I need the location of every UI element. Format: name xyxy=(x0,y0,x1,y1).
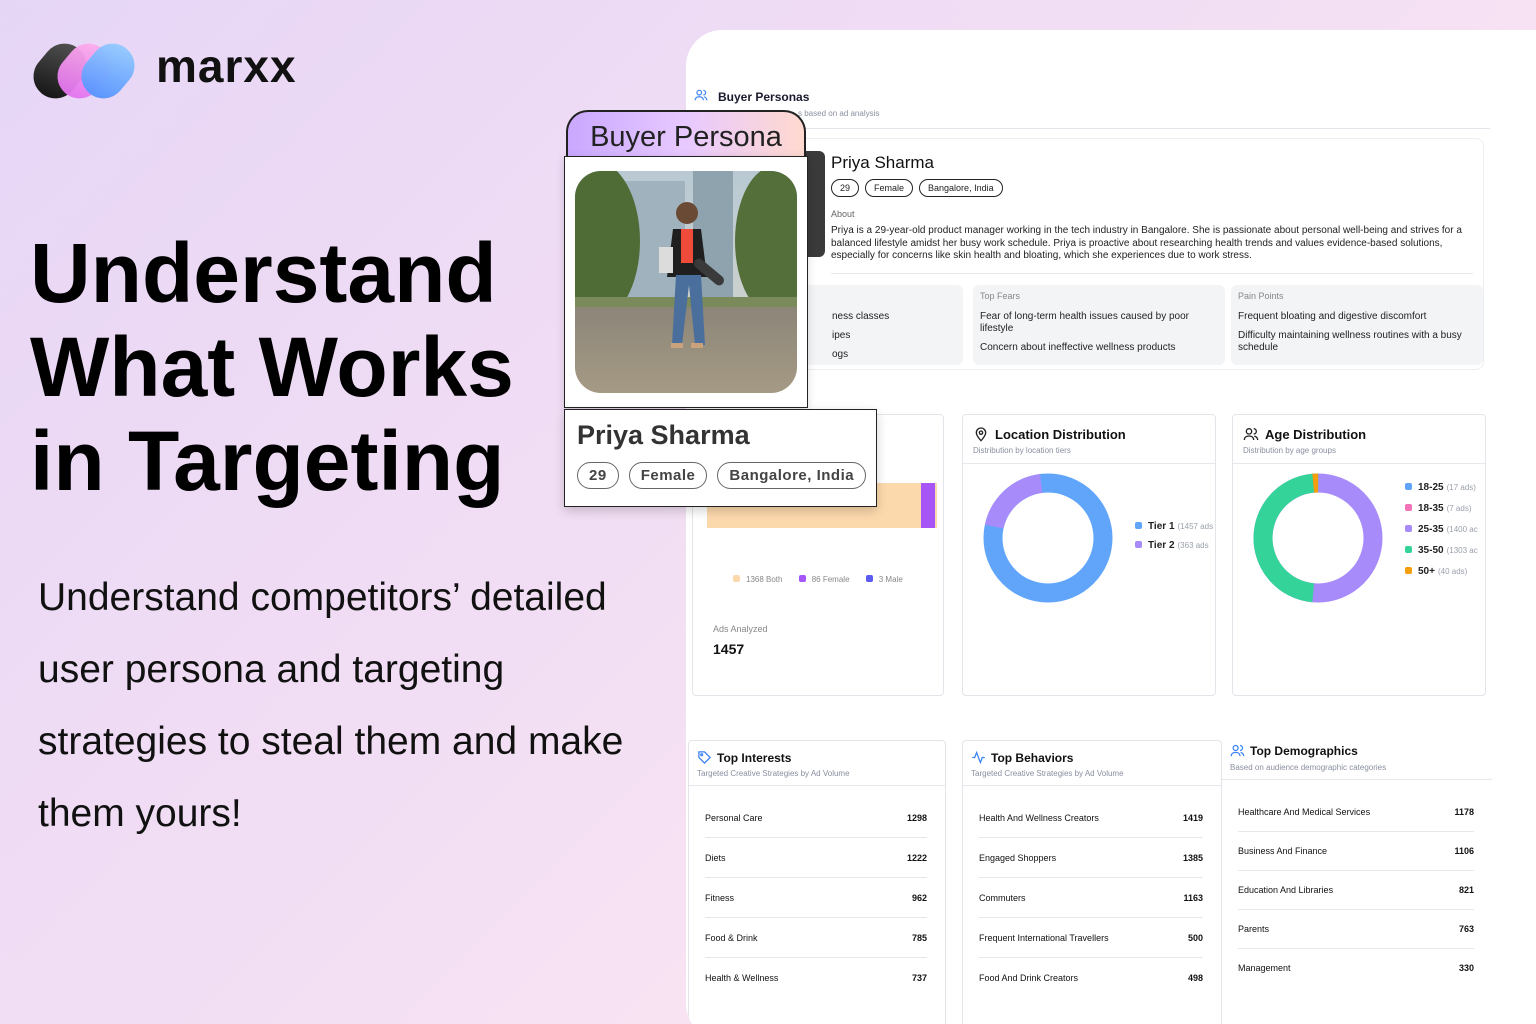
pain-item: Frequent bloating and digestive discomfo… xyxy=(1238,311,1427,322)
gender-tag: Female xyxy=(628,462,708,489)
headline-line: What Works xyxy=(30,320,514,414)
age-donut-chart xyxy=(1253,473,1383,603)
list-item[interactable]: Health & Wellness 737 xyxy=(705,958,927,998)
location-donut-chart xyxy=(983,473,1113,603)
subcopy: Understand competitors’ detailed user pe… xyxy=(38,562,658,850)
location-tag: Bangalore, India xyxy=(717,462,867,489)
age-tag: 29 xyxy=(577,462,619,489)
list-item[interactable]: Personal Care 1298 xyxy=(705,798,927,838)
gender-bar-female xyxy=(921,483,935,528)
fear-item: Concern about ineffective wellness produ… xyxy=(980,342,1176,353)
persona-photo-edge xyxy=(805,151,825,257)
legend-18-25: 18-25 (17 ads) xyxy=(1405,482,1476,493)
activity-icon xyxy=(971,749,986,767)
ads-analyzed-label: Ads Analyzed xyxy=(713,624,768,634)
legend-18-35: 18-35 (7 ads) xyxy=(1405,503,1471,514)
pain-points-card: Pain Points Frequent bloating and digest… xyxy=(1231,285,1483,365)
list-item[interactable]: Business And Finance 1106 xyxy=(1238,831,1474,871)
list-item[interactable]: Health And Wellness Creators 1419 xyxy=(979,798,1203,838)
buyer-persona-tab[interactable]: Buyer Persona xyxy=(566,110,806,162)
list-item[interactable]: Education And Libraries 821 xyxy=(1238,870,1474,910)
legend-50-plus: 50+ (40 ads) xyxy=(1405,566,1467,577)
headline-line: Understand xyxy=(30,226,497,320)
location-tag: Bangalore, India xyxy=(919,179,1003,197)
demographics-title: Top Demographics xyxy=(1250,744,1358,758)
gender-tag: Female xyxy=(865,179,914,197)
age-title: Age Distribution xyxy=(1265,427,1367,442)
interests-subtitle: Targeted Creative Strategies by Ad Volum… xyxy=(697,769,850,778)
age-subtitle: Distribution by age groups xyxy=(1243,446,1336,455)
list-item[interactable]: Frequent International Travellers 500 xyxy=(979,918,1203,958)
persona-info-card: Priya Sharma 29 Female Bangalore, India xyxy=(564,409,877,507)
headline: Understand What Works in Targeting xyxy=(30,226,570,508)
about-label: About xyxy=(831,209,855,219)
legend-tier2: Tier 2 (363 ads xyxy=(1135,540,1209,551)
persona-card: Priya Sharma 29 Female Bangalore, India … xyxy=(696,138,1484,370)
pain-points-label: Pain Points xyxy=(1238,291,1284,301)
legend-35-50: 35-50 (1303 ac xyxy=(1405,545,1478,556)
about-text: Priya is a 29-year-old product manager w… xyxy=(831,225,1462,261)
list-item[interactable]: Diets 1222 xyxy=(705,838,927,878)
users-icon xyxy=(694,86,708,104)
persona-name: Priya Sharma xyxy=(577,420,750,450)
location-title: Location Distribution xyxy=(995,427,1126,442)
age-card: Age Distribution Distribution by age gro… xyxy=(1232,414,1486,696)
gender-legend: 1368 Both 86 Female 3 Male xyxy=(733,575,903,584)
list-item[interactable]: Fitness 962 xyxy=(705,878,927,918)
persona-name: Priya Sharma xyxy=(831,153,934,172)
top-fears-label: Top Fears xyxy=(980,291,1021,301)
users-icon xyxy=(1243,425,1259,443)
demographics-subtitle: Based on audience demographic categories xyxy=(1230,763,1387,772)
top-demographics-card: Top Demographics Based on audience demog… xyxy=(1222,734,1492,1024)
location-card: Location Distribution Distribution by lo… xyxy=(962,414,1216,696)
tag-icon xyxy=(697,749,712,767)
ads-analyzed-value: 1457 xyxy=(713,641,745,657)
list-item[interactable]: Healthcare And Medical Services 1178 xyxy=(1238,792,1474,832)
logo-mark-icon xyxy=(24,34,144,108)
location-pin-icon xyxy=(973,425,989,443)
users-icon xyxy=(1230,742,1245,760)
list-item[interactable]: Food & Drink 785 xyxy=(705,918,927,958)
list-item[interactable]: Parents 763 xyxy=(1238,909,1474,949)
age-tag: 29 xyxy=(831,179,860,197)
buyer-personas-subtitle: s based on ad analysis xyxy=(798,109,880,118)
legend-tier1: Tier 1 (1457 ads xyxy=(1135,521,1213,532)
subcopy-line: Understand competitors’ detailed xyxy=(38,576,607,619)
interests-title: Top Interests xyxy=(717,751,792,765)
fear-item: Fear of long-term health issues caused b… xyxy=(980,311,1189,334)
persona-photo xyxy=(575,171,797,393)
list-item[interactable]: Engaged Shoppers 1385 xyxy=(979,838,1203,878)
dashboard-panel: Buyer Personas s based on ad analysis Pr… xyxy=(686,30,1536,1024)
buyer-personas-title: Buyer Personas xyxy=(718,90,810,104)
top-fears-card: Top Fears Fear of long-term health issue… xyxy=(973,285,1225,365)
subcopy-line: them yours! xyxy=(38,792,242,835)
subcopy-line: user persona and targeting xyxy=(38,648,505,691)
legend-25-35: 25-35 (1400 ac xyxy=(1405,524,1478,535)
persona-photo-frame xyxy=(564,156,808,408)
pain-item: Difficulty maintaining wellness routines… xyxy=(1238,330,1462,353)
headline-line: in Targeting xyxy=(30,414,505,508)
behaviors-subtitle: Targeted Creative Strategies by Ad Volum… xyxy=(971,769,1124,778)
location-subtitle: Distribution by location tiers xyxy=(973,446,1071,455)
list-item[interactable]: Food And Drink Creators 498 xyxy=(979,958,1203,998)
brand-name: marxx xyxy=(156,40,297,92)
behaviors-title: Top Behaviors xyxy=(991,751,1074,765)
top-interests-card: Top Interests Targeted Creative Strategi… xyxy=(688,740,946,1024)
top-behaviors-card: Top Behaviors Targeted Creative Strategi… xyxy=(962,740,1222,1024)
list-item[interactable]: Management 330 xyxy=(1238,948,1474,988)
subcopy-line: strategies to steal them and make xyxy=(38,720,624,763)
brand-logo[interactable]: marxx xyxy=(24,34,297,108)
list-item[interactable]: Commuters 1163 xyxy=(979,878,1203,918)
